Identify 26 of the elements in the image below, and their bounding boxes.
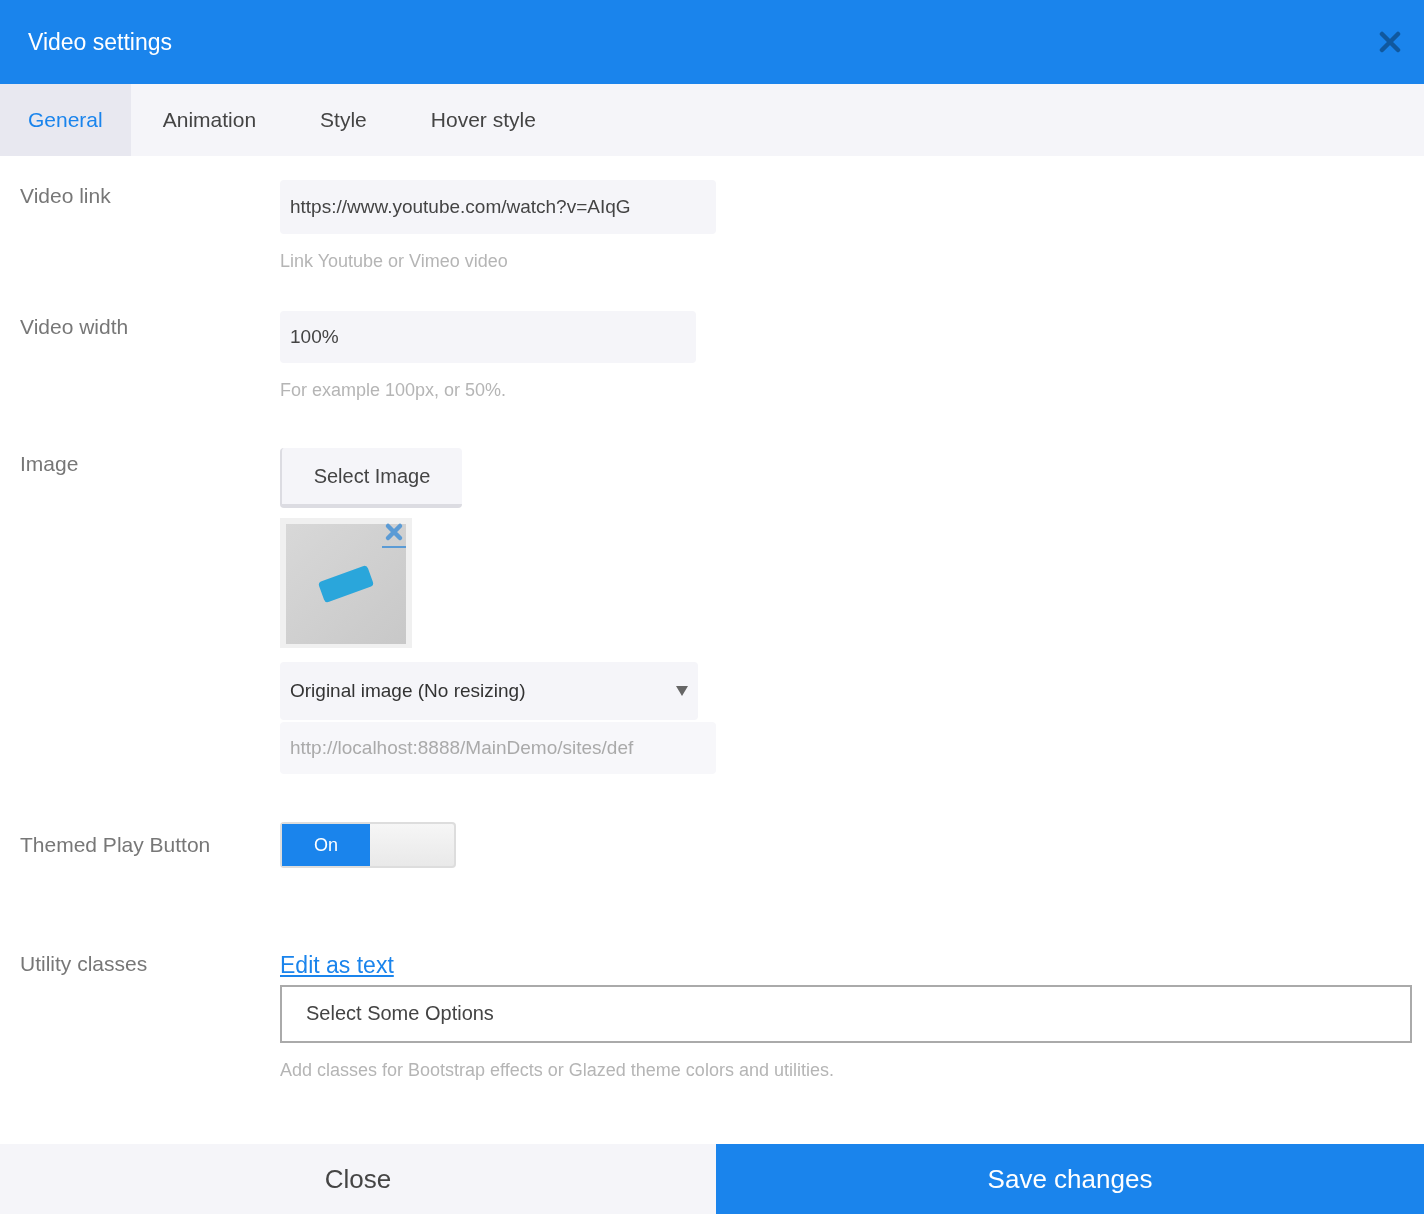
field-label: Utility classes [20, 952, 148, 975]
field-label: Video link [20, 184, 111, 207]
help-text: Add classes for Bootstrap effects or Glazed theme colors and utilities. [280, 1058, 835, 1082]
tab[interactable]: Animation [130, 84, 289, 156]
toggle-switch[interactable]: On [280, 822, 456, 868]
select-image-button[interactable]: Select Image [280, 448, 462, 508]
image-url-field[interactable]: http://localhost:8888/MainDemo/sites/def [280, 722, 716, 774]
window-title: Video settings [28, 27, 173, 57]
help-text: For example 100px, or 50%. [280, 379, 508, 402]
close-button[interactable]: Close [0, 1144, 716, 1214]
tab[interactable]: Style [288, 84, 399, 156]
tab[interactable]: Hover style [398, 84, 568, 156]
edit-as-text-link[interactable]: Edit as text [280, 948, 394, 983]
field-label: Image [20, 452, 79, 475]
remove-icon[interactable] [382, 522, 406, 548]
close-icon[interactable] [1378, 30, 1402, 54]
save-button[interactable]: Save changes [716, 1144, 1424, 1214]
dropdown-caret-icon [676, 686, 688, 696]
text-field[interactable]: 100% [280, 311, 696, 363]
toggle-on-label: On [282, 824, 370, 866]
help-text: Link Youtube or Vimeo video [280, 250, 509, 273]
select-field[interactable]: Select Some Options [280, 984, 1412, 1043]
text-field[interactable]: https://www.youtube.com/watch?v=AIqG [280, 180, 716, 234]
field-label: Video width [20, 315, 129, 338]
image-size-dropdown[interactable]: Original image (No resizing) [280, 662, 698, 720]
field-label: Themed Play Button [20, 833, 211, 857]
